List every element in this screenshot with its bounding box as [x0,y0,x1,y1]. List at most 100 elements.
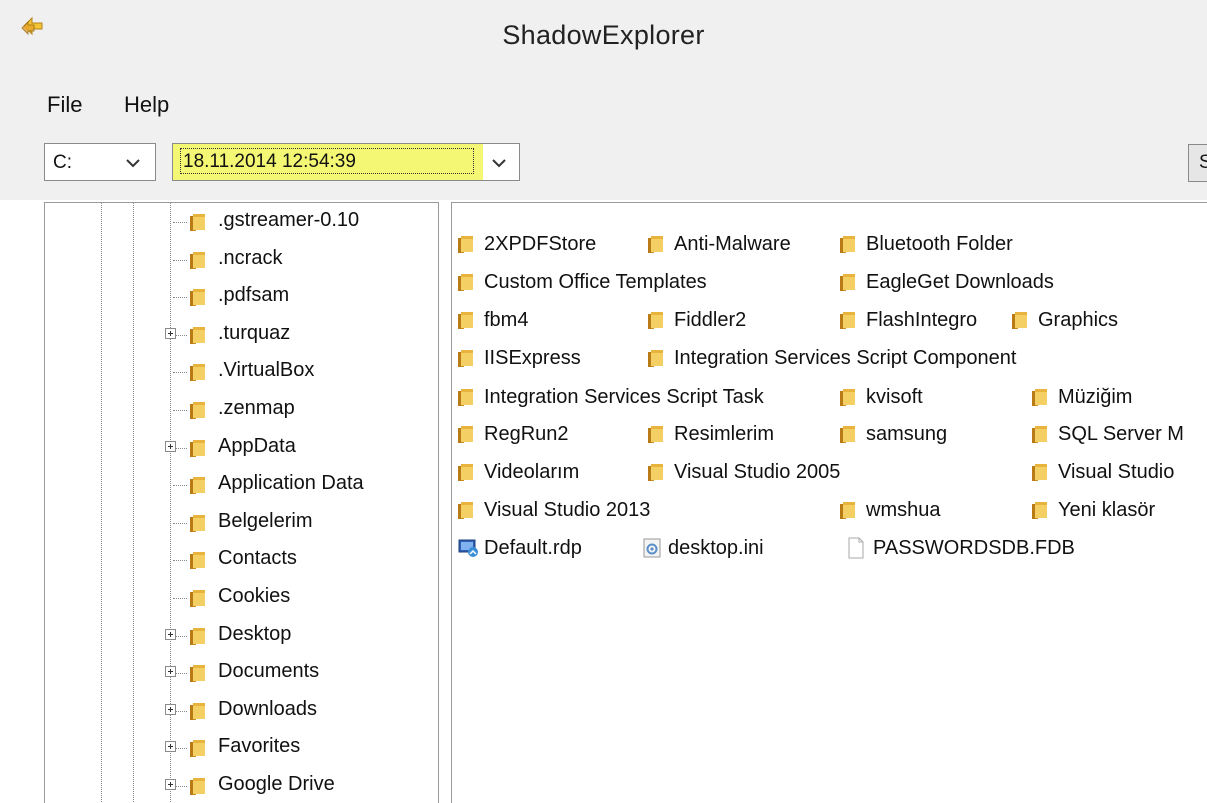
file-item-label: wmshua [866,499,941,521]
file-item-label: samsung [866,423,948,445]
tree-connector [173,485,187,487]
tree-item-label: Contacts [218,547,297,570]
tree-item[interactable]: Desktop [45,619,438,655]
menu-file[interactable]: File [47,92,82,118]
tree-item[interactable]: Documents [45,656,438,692]
tree-item[interactable]: .ncrack [45,243,438,279]
file-item-label: Visual Studio 2005 [674,461,841,483]
folder-icon [190,739,206,757]
file-item-label: Yeni klasör [1058,499,1156,521]
file-item-label: SQL Server M [1058,423,1184,445]
drive-select[interactable]: C: [44,143,156,181]
chevron-down-icon[interactable] [489,153,509,173]
folder-icon [840,388,856,406]
toolbar: C: 18.11.2014 12:54:39 S [0,130,1207,200]
folder-icon [458,349,474,367]
folder-icon [648,425,664,443]
file-item-label: IISExpress [484,347,581,369]
expand-plus-icon[interactable] [165,779,176,790]
file-item-label: Integration Services Script Task [484,386,764,408]
tree-item-label: .VirtualBox [218,359,315,382]
tree-item[interactable]: .pdfsam [45,280,438,316]
folder-icon [458,501,474,519]
expand-plus-icon[interactable] [165,327,176,339]
folder-icon [648,311,664,329]
folder-icon [840,235,856,253]
file-item-label: Videolarım [484,461,580,483]
folder-icon [458,388,474,406]
file-item-label: Müziğim [1058,386,1133,408]
tree-item[interactable]: .turquaz [45,318,438,354]
folder-icon [458,311,474,329]
folder-icon [1032,463,1048,481]
folder-icon [1032,501,1048,519]
tree-item-label: .turquaz [218,321,291,344]
tree-item[interactable]: Favorites [45,731,438,767]
tree-item[interactable]: Contacts [45,543,438,579]
file-item-label: Fiddler2 [674,309,747,331]
tree-item[interactable]: Cookies [45,581,438,617]
expand-plus-icon[interactable] [165,703,176,715]
tree-connector [173,222,187,223]
file-item-label: FlashIntegro [866,309,978,331]
expand-plus-icon[interactable] [165,440,176,452]
folder-icon [648,463,664,481]
folder-icon [190,401,206,419]
file-item-label: kvisoft [866,386,923,408]
snapshot-date-select[interactable]: 18.11.2014 12:54:39 [172,143,520,181]
file-item-label: Visual Studio [1058,461,1175,483]
tree-item[interactable]: Downloads [45,694,438,730]
tree-item-label: Desktop [218,622,292,645]
folder-icon [190,213,206,231]
tree-connector [173,259,187,261]
tree-item[interactable]: Belgelerim [45,506,438,542]
folder-icon [190,551,206,569]
folder-icon [648,235,664,253]
tree-item[interactable]: .VirtualBox [45,355,438,391]
tree-item-label: Downloads [218,697,317,720]
tree-item[interactable]: AppData [45,431,438,467]
tree-item[interactable]: .gstreamer-0.10 [45,205,438,241]
folder-icon [648,349,664,367]
tree-item-label: Cookies [218,585,291,607]
tree-item-label: .gstreamer-0.10 [218,209,360,231]
file-item-label: Integration Services Script Component [674,347,1017,369]
tree-item-label: Favorites [218,735,301,758]
tree-item-label: AppData [218,434,296,457]
tree-item-label: .zenmap [218,397,295,419]
folder-icon [458,273,474,291]
settings-file-icon [643,538,661,558]
folder-icon [840,501,856,519]
title-bar[interactable]: ShadowExplorer [0,0,1207,76]
file-item-label: desktop.ini [668,537,764,559]
file-list[interactable]: 2XPDFStore Anti-Malware Bluetooth Folder Cu… [451,202,1207,803]
expand-plus-icon[interactable] [165,628,176,640]
tree-item[interactable]: .zenmap [45,393,438,429]
chevron-down-icon[interactable] [123,153,143,173]
tree-connector [173,297,187,299]
tree-item-label: Google Drive [218,773,335,795]
folder-icon [458,425,474,443]
folder-icon [1012,311,1028,329]
menu-help[interactable]: Help [124,92,169,118]
tree-item[interactable]: Application Data [45,468,438,504]
tree-item-label: .pdfsam [218,284,290,307]
tree-item[interactable]: Google Drive [45,769,438,803]
folder-icon [190,777,206,795]
file-item-label: Anti-Malware [674,233,791,255]
tree-item-label: .ncrack [218,246,283,269]
folder-tree[interactable]: .gstreamer-0.10 .ncrack .pdfsam .turquaz .Vi… [44,202,439,803]
refresh-button[interactable]: S [1188,144,1207,182]
folder-icon [190,363,206,381]
folder-icon [190,589,206,607]
folder-icon [190,288,206,306]
expand-plus-icon[interactable] [165,741,176,753]
drive-select-value: C: [53,152,72,173]
file-item-label: RegRun2 [484,423,569,445]
file-item-label: PASSWORDSDB.FDB [873,537,1075,559]
folder-icon [190,476,206,494]
expand-plus-icon[interactable] [165,666,176,678]
menu-bar: File Help [0,76,1207,130]
folder-icon [190,326,206,344]
tree-item-label: Belgelerim [218,509,313,532]
